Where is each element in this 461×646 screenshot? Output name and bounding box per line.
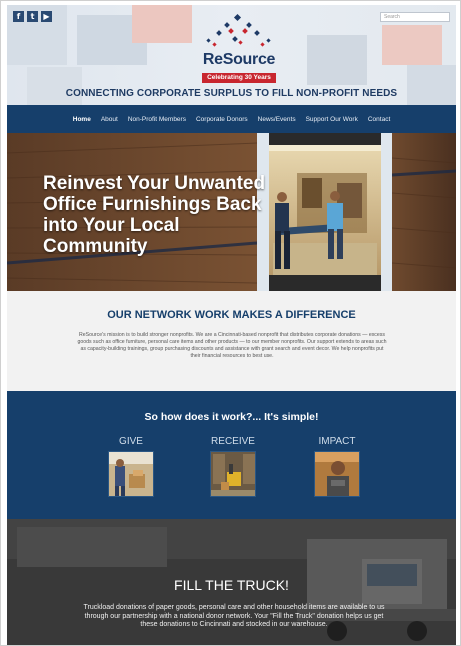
site-header: f t ▶ Search ReSource Celebrating 30 Yea… [7, 5, 456, 105]
search-input[interactable]: Search [380, 12, 450, 22]
nav-item-about[interactable]: About [101, 116, 118, 123]
logo-ribbon: Celebrating 30 Years [202, 73, 276, 83]
hero-banner: Reinvest Your Unwanted Office Furnishing… [7, 133, 456, 291]
how-it-works-title: So how does it work?... It's simple! [144, 411, 319, 423]
step-impact[interactable]: IMPACT [297, 436, 377, 497]
youtube-icon[interactable]: ▶ [41, 11, 52, 22]
mission-section: OUR NETWORK WORK MAKES A DIFFERENCE ReSo… [7, 291, 456, 391]
site-tagline: CONNECTING CORPORATE SURPLUS TO FILL NON… [65, 88, 398, 99]
hero-headline: Reinvest Your Unwanted Office Furnishing… [43, 173, 266, 257]
main-nav: Home About Non-Profit Members Corporate … [7, 105, 456, 133]
fill-the-truck-body: Truckload donations of paper goods, pers… [83, 604, 385, 628]
mission-body: ReSource's mission is to build stronger … [77, 332, 387, 359]
step-label: GIVE [119, 436, 143, 447]
logo[interactable]: ReSource Celebrating 30 Years [189, 13, 289, 83]
nav-item-home[interactable]: Home [73, 116, 91, 123]
nav-item-corporate-donors[interactable]: Corporate Donors [196, 116, 248, 123]
twitter-icon[interactable]: t [27, 11, 38, 22]
nav-item-contact[interactable]: Contact [368, 116, 390, 123]
receive-photo[interactable] [210, 451, 256, 497]
step-give[interactable]: GIVE [91, 436, 171, 497]
impact-photo[interactable] [314, 451, 360, 497]
nav-item-non-profit-members[interactable]: Non-Profit Members [128, 116, 186, 123]
social-links: f t ▶ [13, 11, 52, 22]
step-receive[interactable]: RECEIVE [193, 436, 273, 497]
logo-wordmark: ReSource [202, 51, 276, 68]
nav-item-support-our-work[interactable]: Support Our Work [306, 116, 358, 123]
mission-title: OUR NETWORK WORK MAKES A DIFFERENCE [107, 309, 356, 321]
page: f t ▶ Search ReSource Celebrating 30 Yea… [0, 0, 461, 646]
give-photo[interactable] [108, 451, 154, 497]
how-it-works-section: So how does it work?... It's simple! GIV… [7, 391, 456, 519]
step-label: RECEIVE [211, 436, 255, 447]
nav-item-news-events[interactable]: News/Events [258, 116, 296, 123]
diamond-pattern-icon [206, 13, 271, 47]
step-label: IMPACT [318, 436, 356, 447]
fill-the-truck-section: FILL THE TRUCK! Truckload donations of p… [7, 519, 456, 645]
fill-the-truck-title: FILL THE TRUCK! [174, 577, 289, 593]
facebook-icon[interactable]: f [13, 11, 24, 22]
